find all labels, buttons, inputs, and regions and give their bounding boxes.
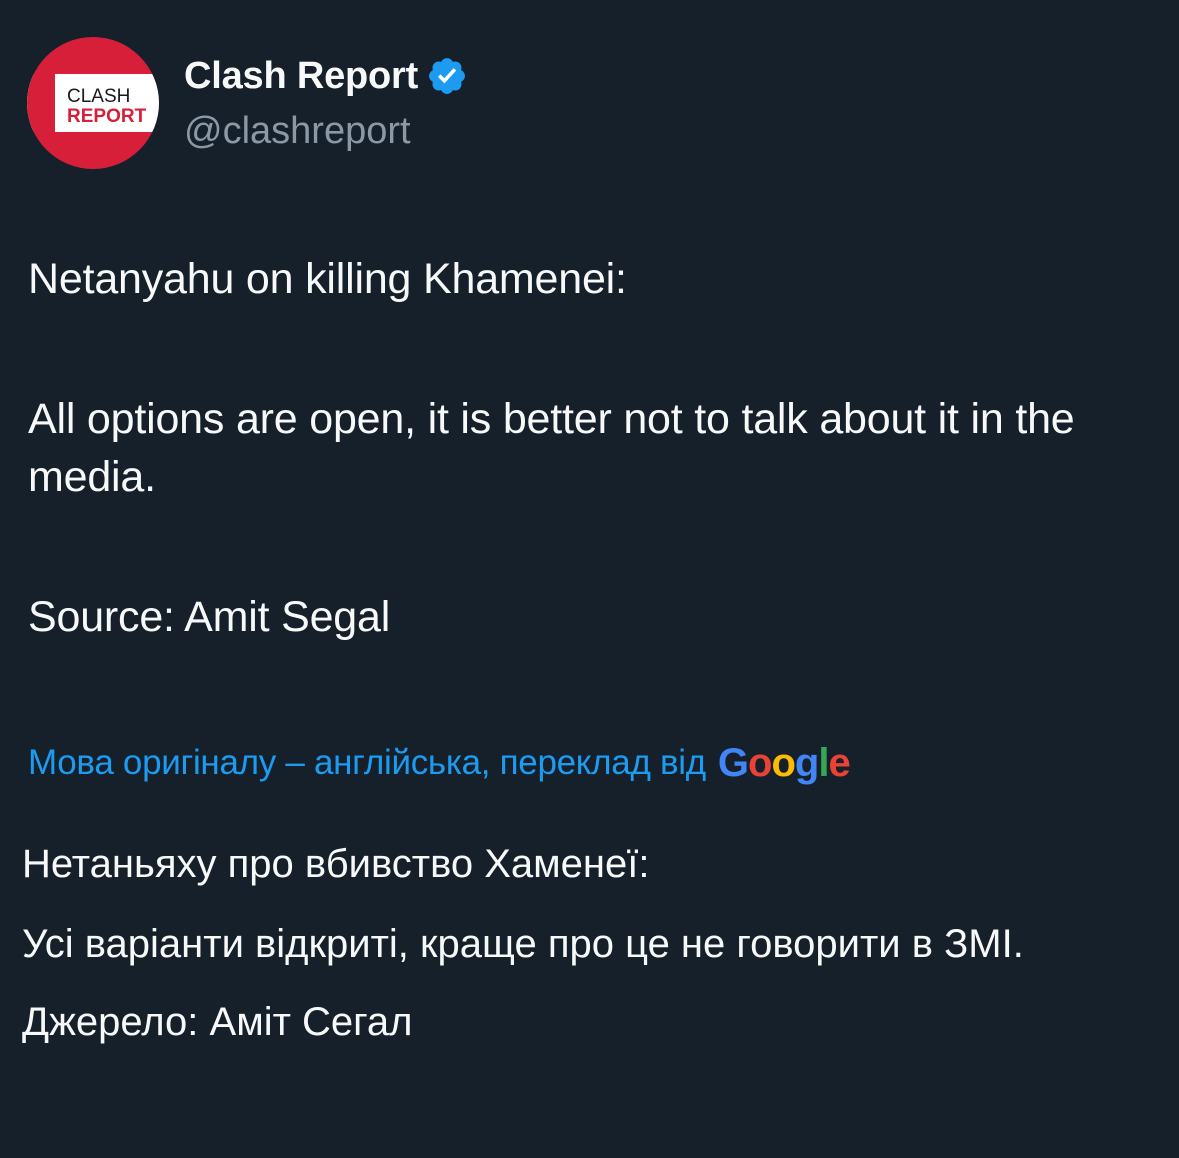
verified-badge-icon[interactable]: [426, 55, 468, 97]
logo-text-report: REPORT: [67, 106, 147, 127]
translated-paragraph: Джерело: Аміт Сегал: [22, 1000, 413, 1044]
logo-text-clash: CLASH: [67, 86, 130, 107]
translation-note[interactable]: Мова оригіналу – англійська, переклад ві…: [28, 738, 851, 788]
display-name[interactable]: Clash Report: [184, 50, 418, 102]
translated-text: Нетаньяху про вбивство Хаменеї: Усі варі…: [22, 835, 1142, 1051]
translation-label[interactable]: Мова оригіналу – англійська, переклад ві…: [28, 738, 706, 788]
tweet-paragraph: All options are open, it is better not t…: [28, 395, 1075, 501]
tweet-paragraph: Source: Amit Segal: [28, 593, 391, 641]
avatar[interactable]: CLASH REPORT: [27, 37, 159, 169]
translated-paragraph: Нетаньяху про вбивство Хаменеї:: [22, 842, 650, 886]
tweet-paragraph: Netanyahu on killing Khamenei:: [28, 255, 627, 303]
tweet-header: Clash Report @clashreport: [184, 50, 468, 157]
name-row: Clash Report: [184, 50, 468, 102]
translated-paragraph: Усі варіанти відкриті, краще про це не г…: [22, 922, 1024, 966]
handle[interactable]: @clashreport: [184, 105, 468, 157]
tweet-text: Netanyahu on killing Khamenei: All optio…: [28, 250, 1148, 646]
google-logo: Google: [717, 741, 851, 785]
clash-report-logo: CLASH REPORT: [27, 74, 159, 132]
